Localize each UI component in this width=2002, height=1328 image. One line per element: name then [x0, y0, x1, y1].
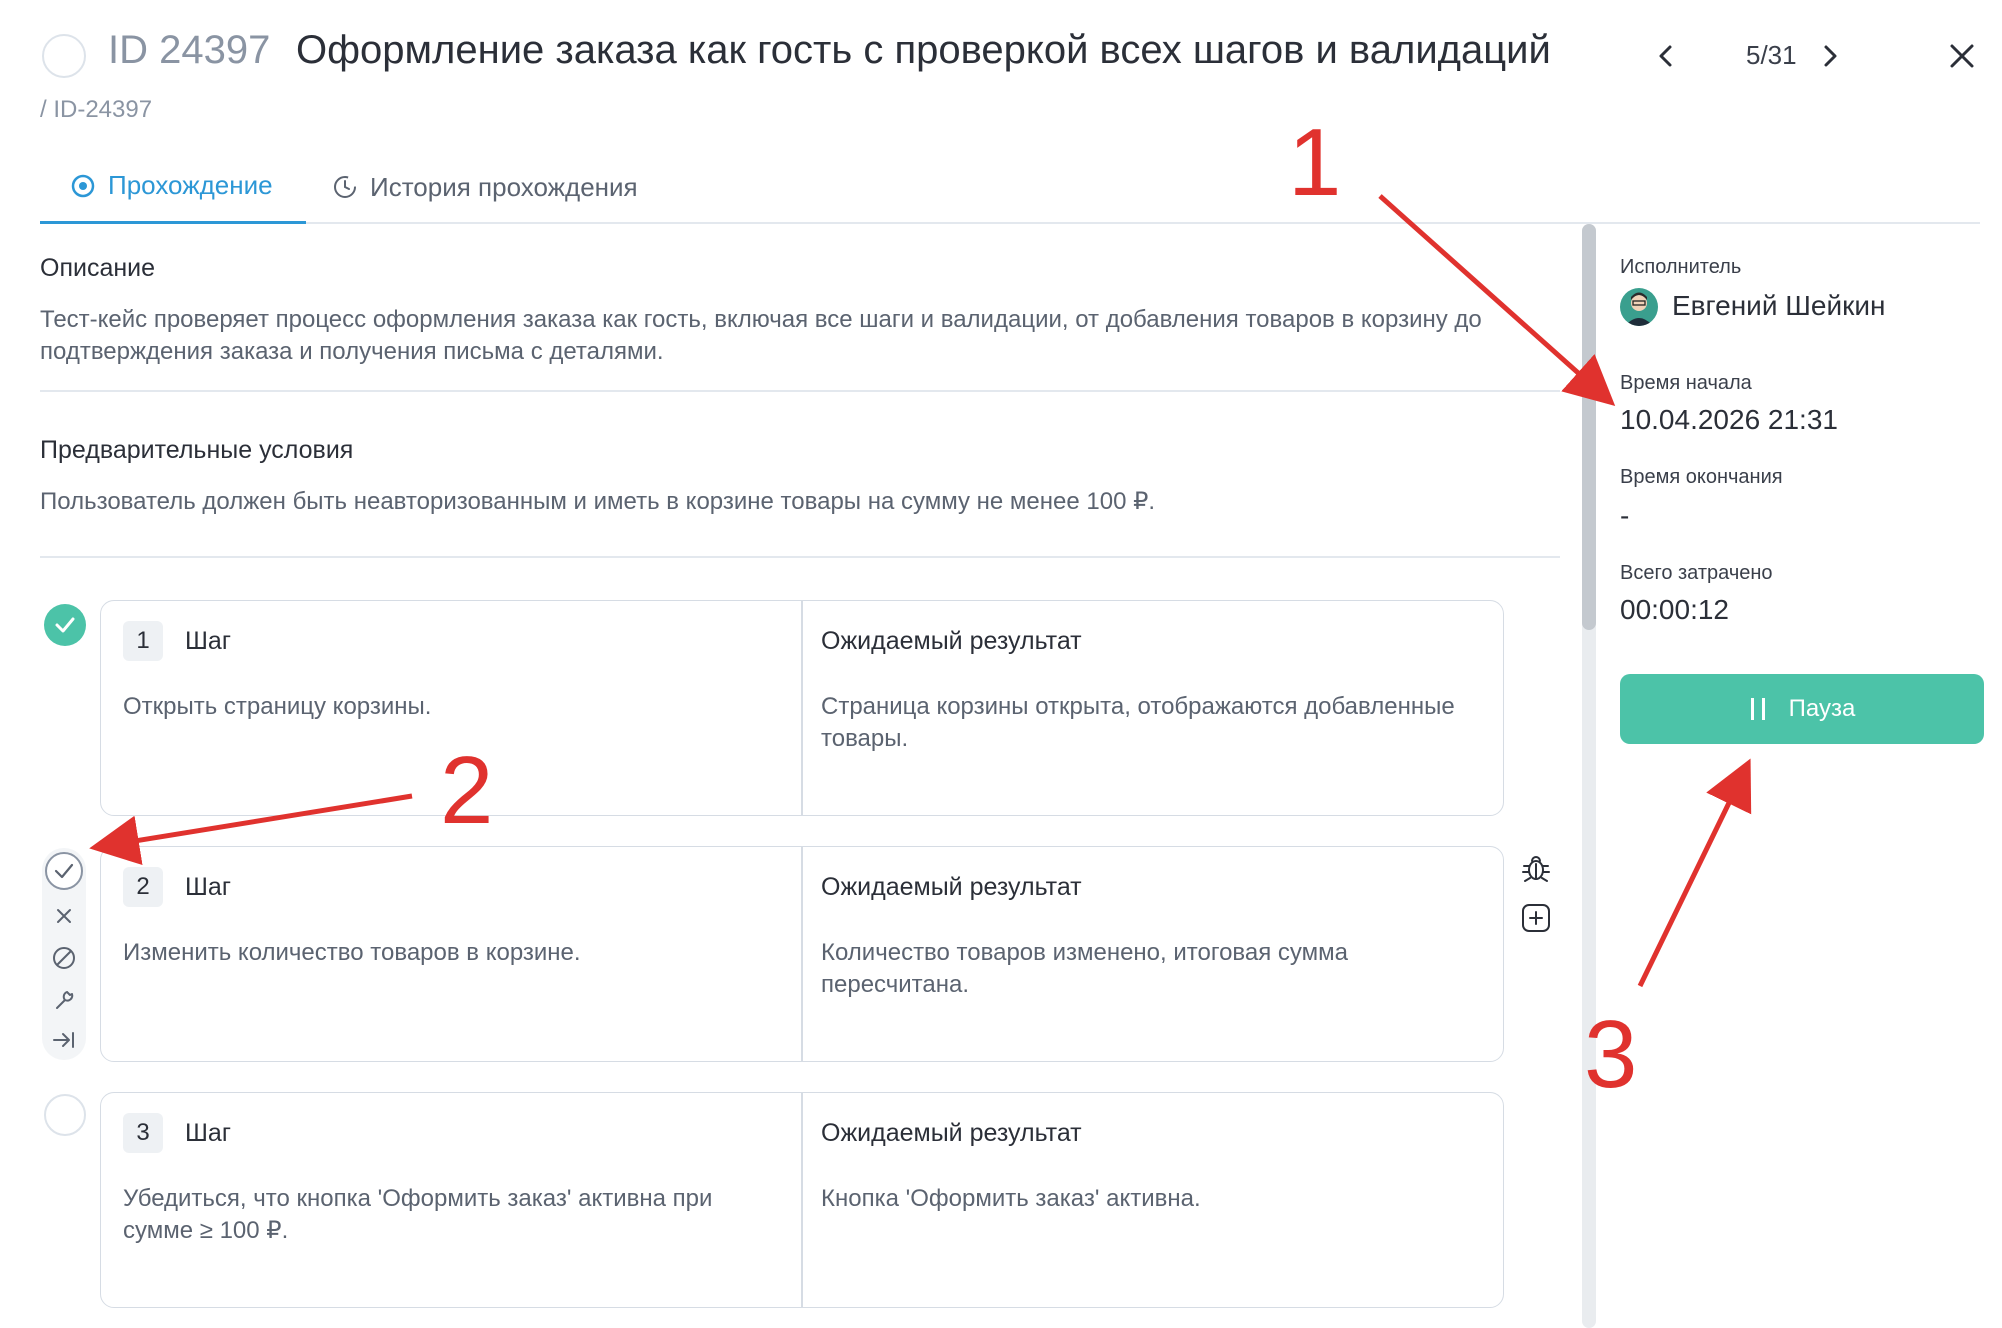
annotation-arrows — [89, 194, 1752, 988]
annotation-number-1: 1 — [1288, 109, 1342, 216]
annotation-arrow-3 — [1637, 758, 1752, 988]
annotation-number-2: 2 — [440, 737, 494, 844]
annotation-arrow-1 — [1378, 194, 1616, 406]
annotation-arrow-2 — [89, 793, 413, 866]
annotation-number-3: 3 — [1584, 1001, 1638, 1108]
